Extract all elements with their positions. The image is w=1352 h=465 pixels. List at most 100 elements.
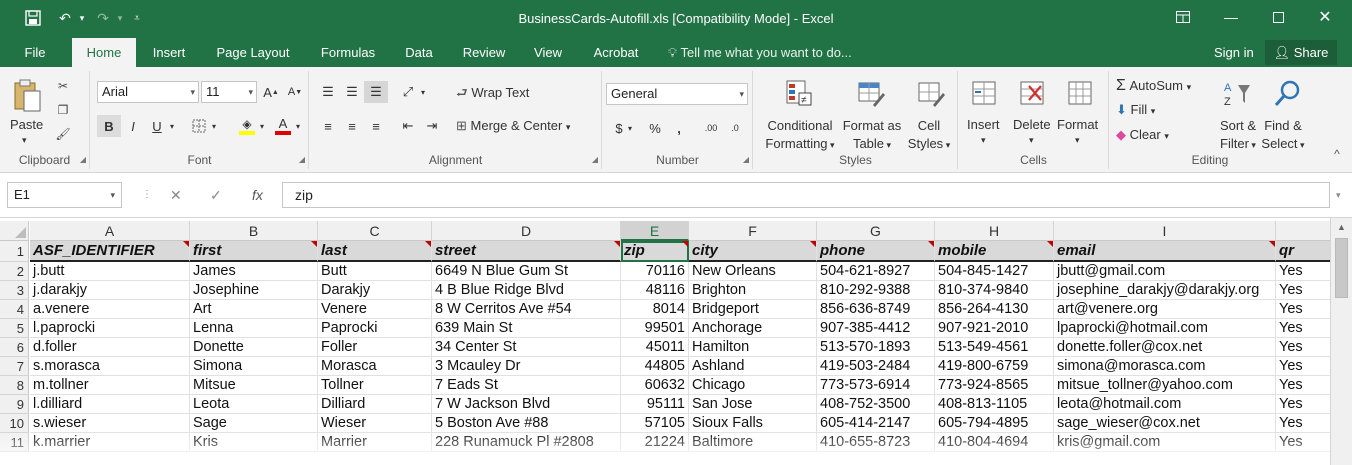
table-cell[interactable]: James xyxy=(190,262,318,281)
column-header-f[interactable]: F xyxy=(689,221,817,241)
table-cell[interactable]: 70116 xyxy=(621,262,689,281)
font-size-combo[interactable]: 11 ▾ xyxy=(201,81,257,103)
table-cell[interactable]: 504-845-1427 xyxy=(935,262,1054,281)
scroll-up-icon[interactable]: ▲ xyxy=(1331,222,1352,232)
table-cell[interactable]: 4 B Blue Ridge Blvd xyxy=(432,281,621,300)
font-color-icon[interactable]: A xyxy=(271,115,295,137)
table-cell[interactable]: 419-800-6759 xyxy=(935,357,1054,376)
table-cell[interactable]: Butt xyxy=(318,262,432,281)
table-cell[interactable]: Marrier xyxy=(318,433,432,452)
column-header-d[interactable]: D xyxy=(432,221,621,241)
collapse-ribbon-icon[interactable]: ^ xyxy=(1328,145,1346,163)
row-header[interactable]: 3 xyxy=(0,281,29,300)
table-cell[interactable]: Art xyxy=(190,300,318,319)
table-cell[interactable]: s.wieser xyxy=(30,414,190,433)
delete-dropdown-icon[interactable]: ▾ xyxy=(1029,135,1034,146)
table-cell[interactable]: 639 Main St xyxy=(432,319,621,338)
minimize-icon[interactable]: — xyxy=(1208,0,1254,34)
header-cell[interactable]: ASF_IDENTIFIER xyxy=(30,241,190,262)
worksheet-grid[interactable]: ABCDEFGHI 1 2 3 4 5 6 7 8 9 10 11 ASF_IDENTIFIER fir… xyxy=(0,218,1330,465)
shrink-font-icon[interactable]: A ▼ xyxy=(283,81,307,103)
insert-function-button[interactable]: fx xyxy=(252,182,263,208)
cell-styles-button[interactable]: Cell Styles ▾ xyxy=(904,117,954,154)
tab-data[interactable]: Data xyxy=(396,38,442,67)
table-cell[interactable]: Yes xyxy=(1276,300,1330,319)
table-cell[interactable]: 99501 xyxy=(621,319,689,338)
table-cell[interactable]: 605-794-4895 xyxy=(935,414,1054,433)
insert-cells-button[interactable]: Insert xyxy=(967,117,1000,132)
table-cell[interactable]: Sioux Falls xyxy=(689,414,817,433)
table-cell[interactable]: mitsue_tollner@yahoo.com xyxy=(1054,376,1276,395)
sort-filter-button[interactable]: Sort & Filter ▾ xyxy=(1216,117,1260,154)
column-header-partial[interactable] xyxy=(1276,221,1330,241)
header-cell[interactable]: email xyxy=(1054,241,1276,262)
table-cell[interactable]: kris@gmail.com xyxy=(1054,433,1276,452)
font-name-combo[interactable]: Arial ▾ xyxy=(97,81,199,103)
header-cell[interactable]: first xyxy=(190,241,318,262)
number-launcher-icon[interactable]: ◢ xyxy=(743,155,749,164)
table-cell[interactable]: 410-655-8723 xyxy=(817,433,935,452)
fill-color-icon[interactable]: ◈ xyxy=(235,115,259,137)
row-header[interactable]: 8 xyxy=(0,376,29,395)
tell-me-box[interactable]: 💡︎ Tell me what you want to do... xyxy=(668,38,852,67)
table-cell[interactable]: Simona xyxy=(190,357,318,376)
top-align-icon[interactable]: ☰ xyxy=(316,81,340,103)
table-cell[interactable]: 6649 N Blue Gum St xyxy=(432,262,621,281)
format-cells-button[interactable]: Format xyxy=(1057,117,1098,132)
row-header[interactable]: 1 xyxy=(0,241,29,262)
decrease-decimal-button[interactable]: .0 xyxy=(723,117,747,139)
paste-dropdown-icon[interactable]: ▾ xyxy=(22,135,27,146)
table-cell[interactable]: 95111 xyxy=(621,395,689,414)
table-cell[interactable]: 7 W Jackson Blvd xyxy=(432,395,621,414)
row-header[interactable]: 2 xyxy=(0,262,29,281)
italic-button[interactable]: I xyxy=(121,115,145,137)
column-header-g[interactable]: G xyxy=(817,221,935,241)
table-cell[interactable]: m.tollner xyxy=(30,376,190,395)
header-cell[interactable]: mobile xyxy=(935,241,1054,262)
format-painter-icon[interactable]: 🖌︎ xyxy=(54,125,72,143)
format-as-table-button[interactable]: Format as Table ▾ xyxy=(840,117,904,154)
table-cell[interactable]: s.morasca xyxy=(30,357,190,376)
table-cell[interactable]: Paprocki xyxy=(318,319,432,338)
table-cell[interactable]: Leota xyxy=(190,395,318,414)
table-cell[interactable]: josephine_darakjy@darakjy.org xyxy=(1054,281,1276,300)
table-cell[interactable]: 856-264-4130 xyxy=(935,300,1054,319)
table-cell[interactable]: l.dilliard xyxy=(30,395,190,414)
table-cell[interactable]: 21224 xyxy=(621,433,689,452)
column-header-i[interactable]: I xyxy=(1054,221,1276,241)
maximize-icon[interactable] xyxy=(1255,0,1301,34)
cut-icon[interactable]: ✂ xyxy=(54,77,72,95)
table-cell[interactable]: 513-549-4561 xyxy=(935,338,1054,357)
scroll-thumb[interactable] xyxy=(1335,238,1348,298)
table-cell[interactable]: 410-804-4694 xyxy=(935,433,1054,452)
tab-acrobat[interactable]: Acrobat xyxy=(584,38,648,67)
conditional-formatting-button[interactable]: Conditional Formatting ▾ xyxy=(762,117,838,154)
borders-dropdown-icon[interactable]: ▾ xyxy=(209,115,219,137)
table-cell[interactable]: Yes xyxy=(1276,395,1330,414)
table-cell[interactable]: Ashland xyxy=(689,357,817,376)
paste-button[interactable]: Paste xyxy=(10,117,43,132)
header-cell[interactable]: last xyxy=(318,241,432,262)
table-cell[interactable]: 3 Mcauley Dr xyxy=(432,357,621,376)
bold-button[interactable]: B xyxy=(97,115,121,137)
table-cell[interactable]: 57105 xyxy=(621,414,689,433)
table-cell[interactable]: Baltimore xyxy=(689,433,817,452)
fill-button[interactable]: ⬇ Fill ▾ xyxy=(1116,102,1155,118)
table-cell[interactable]: Yes xyxy=(1276,376,1330,395)
tab-file[interactable]: File xyxy=(12,38,58,67)
table-cell[interactable]: Yes xyxy=(1276,433,1330,452)
select-all-corner[interactable] xyxy=(0,221,29,241)
header-cell[interactable]: qr xyxy=(1276,241,1330,262)
table-cell[interactable]: San Jose xyxy=(689,395,817,414)
tab-view[interactable]: View xyxy=(524,38,572,67)
tab-review[interactable]: Review xyxy=(454,38,514,67)
table-cell[interactable]: Bridgeport xyxy=(689,300,817,319)
currency-dropdown-icon[interactable]: ▾ xyxy=(625,117,635,139)
insert-dropdown-icon[interactable]: ▾ xyxy=(981,135,986,146)
align-right-icon[interactable]: ≡ xyxy=(364,115,388,137)
table-cell[interactable]: 48116 xyxy=(621,281,689,300)
table-cell[interactable]: 419-503-2484 xyxy=(817,357,935,376)
table-cell[interactable]: 856-636-8749 xyxy=(817,300,935,319)
table-cell[interactable]: Brighton xyxy=(689,281,817,300)
row-header[interactable]: 5 xyxy=(0,319,29,338)
